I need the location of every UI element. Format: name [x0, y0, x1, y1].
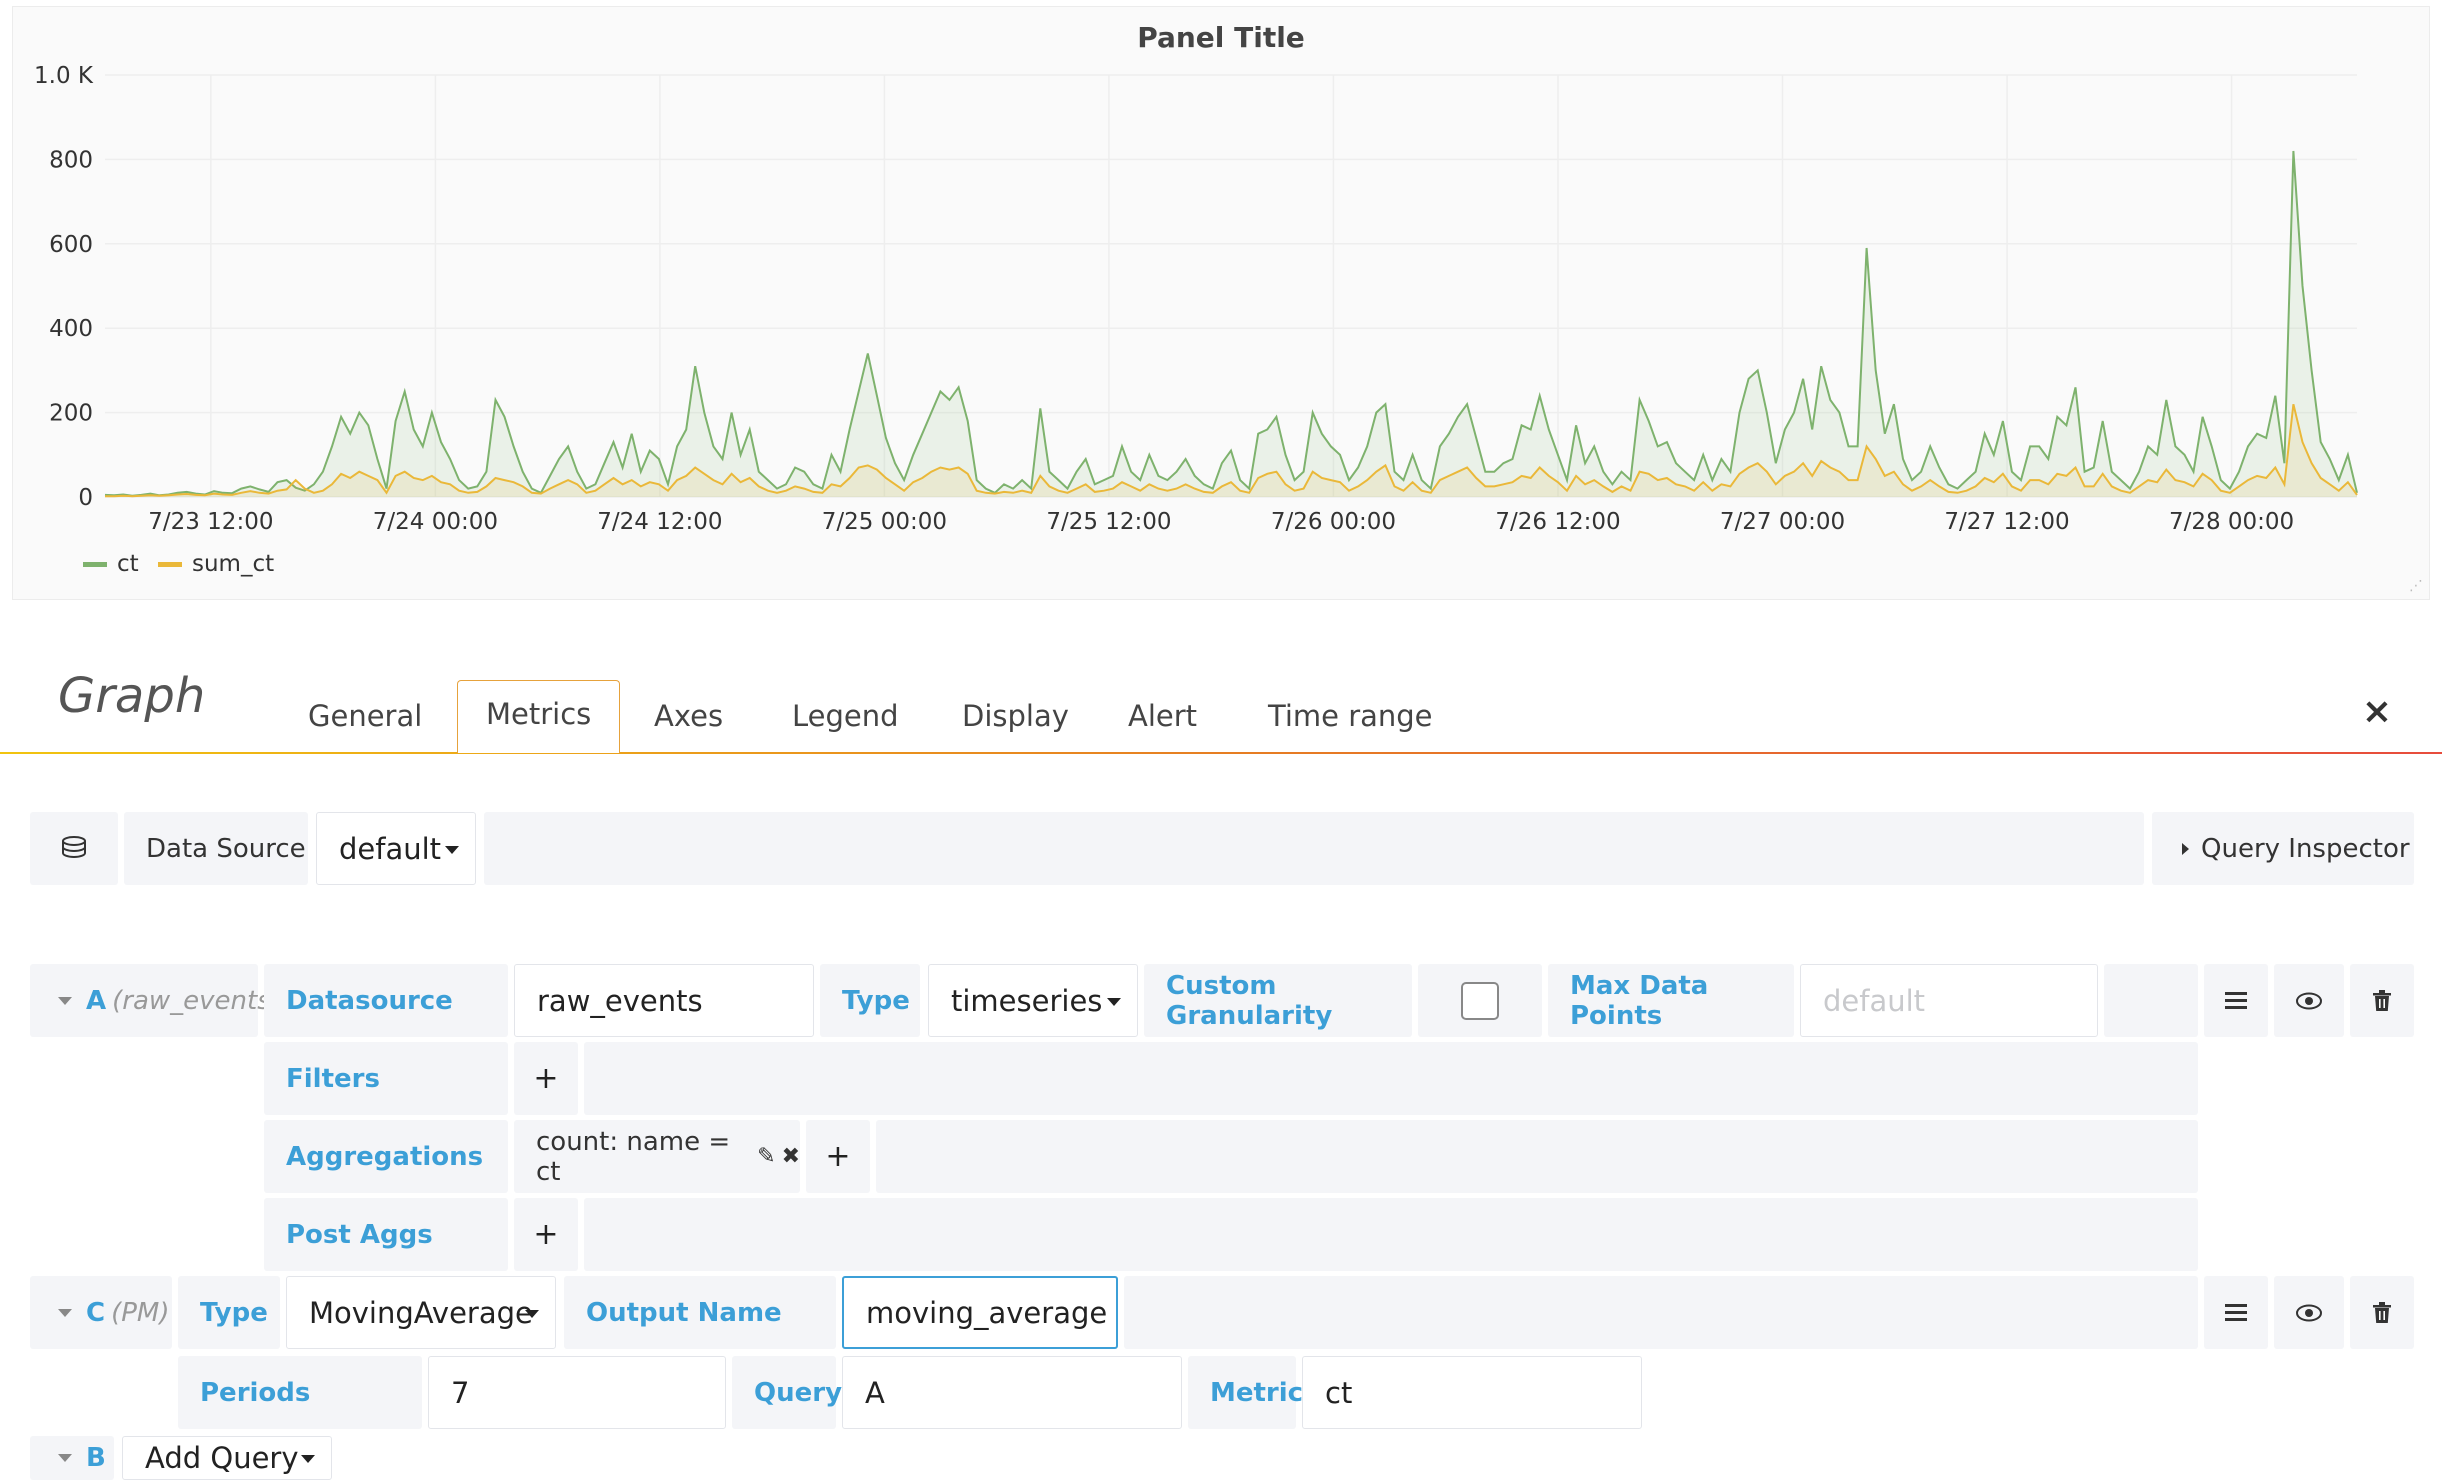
collapse-caret-icon[interactable]	[58, 996, 72, 1005]
editor-title: Graph	[58, 668, 206, 724]
query-input[interactable]: A	[842, 1356, 1182, 1429]
c-type-select[interactable]: MovingAverage	[286, 1276, 556, 1349]
aggregations-label: Aggregations	[264, 1120, 508, 1193]
x-tick-label: 7/27 00:00	[1720, 509, 1845, 535]
x-tick-label: 7/25 00:00	[822, 509, 947, 535]
datasource-bar-filler	[484, 812, 2144, 885]
periods-label: Periods	[178, 1356, 422, 1429]
query-a-header[interactable]: A (raw_events)	[30, 964, 281, 1037]
metric-input[interactable]: ct	[1302, 1356, 1642, 1429]
legend-label-sum-ct: sum_ct	[192, 551, 275, 577]
tab-metrics[interactable]: Metrics	[457, 680, 621, 753]
tab-axes[interactable]: Axes	[626, 683, 751, 755]
x-tick-label: 7/28 00:00	[2169, 509, 2294, 535]
custom-granularity-label: Custom Granularity	[1144, 964, 1412, 1037]
aggregation-text: count: name = ct	[536, 1126, 731, 1187]
query-inspector-label: Query Inspector	[2201, 833, 2410, 864]
resize-handle-icon[interactable]: ⋰	[2405, 577, 2423, 595]
data-source-label: Data Source	[124, 812, 308, 885]
legend-swatch-sum-ct	[158, 561, 182, 567]
x-tick-label: 7/26 00:00	[1271, 509, 1396, 535]
collapse-caret-icon[interactable]	[58, 1454, 72, 1462]
filters-label: Filters	[264, 1042, 508, 1115]
tab-alert[interactable]: Alert	[1100, 683, 1225, 755]
y-tick-label: 200	[49, 401, 93, 427]
add-aggregation-plus-icon[interactable]: +	[806, 1120, 870, 1193]
query-b-ref: B	[86, 1443, 106, 1473]
query-a-filler	[2104, 964, 2198, 1037]
datasource-label: Datasource	[264, 964, 508, 1037]
y-tick-label: 1.0 K	[34, 63, 94, 89]
tab-underline	[0, 752, 2442, 754]
query-c-ref: C	[86, 1297, 106, 1328]
aggregations-filler	[876, 1120, 2198, 1193]
hamburger-menu-icon[interactable]	[2204, 964, 2268, 1037]
query-b-header[interactable]: B	[30, 1436, 114, 1480]
tab-legend[interactable]: Legend	[764, 683, 927, 755]
close-icon[interactable]: ×	[2355, 690, 2399, 734]
legend-swatch-ct	[83, 561, 107, 567]
eye-icon[interactable]	[2274, 964, 2344, 1037]
datasource-input[interactable]: raw_events	[514, 964, 814, 1037]
tab-general[interactable]: General	[280, 683, 450, 755]
post-aggs-label: Post Aggs	[264, 1198, 508, 1271]
x-tick-label: 7/23 12:00	[148, 509, 273, 535]
x-tick-label: 7/24 12:00	[597, 509, 722, 535]
type-label: Type	[820, 964, 920, 1037]
trash-icon[interactable]	[2350, 964, 2414, 1037]
metric-label: Metric	[1188, 1356, 1303, 1429]
query-a-ref-sub: (raw_events)	[112, 985, 281, 1016]
y-tick-label: 0	[78, 485, 93, 511]
x-tick-label: 7/27 12:00	[1944, 509, 2069, 535]
collapse-caret-icon[interactable]	[58, 1308, 72, 1317]
caret-right-icon	[2182, 842, 2189, 855]
query-a-ref: A	[86, 985, 107, 1016]
add-post-agg-plus-icon[interactable]: +	[514, 1198, 578, 1271]
filters-filler	[584, 1042, 2198, 1115]
periods-input[interactable]: 7	[428, 1356, 726, 1429]
pencil-icon[interactable]: ✎	[757, 1144, 775, 1169]
trash-icon[interactable]	[2350, 1276, 2414, 1349]
legend-item-sum-ct[interactable]: sum_ct	[158, 551, 274, 577]
add-query-select[interactable]: Add Query	[122, 1436, 332, 1480]
eye-icon[interactable]	[2274, 1276, 2344, 1349]
aggregation-chip[interactable]: count: name = ct ✎ ✖	[514, 1120, 800, 1193]
type-select[interactable]: timeseries	[928, 964, 1138, 1037]
c-type-value: MovingAverage	[309, 1295, 533, 1330]
y-tick-label: 400	[49, 316, 93, 342]
data-source-value: default	[339, 831, 442, 866]
y-tick-label: 800	[49, 147, 93, 173]
add-query-label: Add Query	[145, 1441, 299, 1475]
y-tick-label: 600	[49, 232, 93, 258]
tab-time-range[interactable]: Time range	[1240, 683, 1461, 755]
x-tick-label: 7/24 00:00	[373, 509, 498, 535]
max-data-points-input[interactable]: default	[1800, 964, 2098, 1037]
output-name-input[interactable]: moving_average	[842, 1276, 1118, 1349]
query-c-ref-sub: (PM)	[111, 1297, 170, 1328]
x-tick-label: 7/26 12:00	[1495, 509, 1620, 535]
custom-granularity-checkbox[interactable]	[1461, 981, 1499, 1020]
x-tick-label: 7/25 12:00	[1046, 509, 1171, 535]
c-type-label: Type	[178, 1276, 280, 1349]
legend-label-ct: ct	[117, 551, 139, 577]
data-source-select[interactable]: default	[316, 812, 476, 885]
query-label: Query	[732, 1356, 842, 1429]
database-icon	[30, 812, 118, 885]
remove-x-icon[interactable]: ✖	[782, 1144, 800, 1169]
post-aggs-filler	[584, 1198, 2198, 1271]
type-value: timeseries	[951, 983, 1103, 1018]
legend-item-ct[interactable]: ct	[83, 551, 139, 577]
series-line-ct	[104, 150, 2358, 497]
query-inspector-button[interactable]: Query Inspector	[2152, 812, 2414, 885]
max-data-points-label: Max Data Points	[1548, 964, 1794, 1037]
hamburger-menu-icon[interactable]	[2204, 1276, 2268, 1349]
output-name-label: Output Name	[564, 1276, 836, 1349]
graph-panel: Panel Title 1.0 K 800 600 400 200 0 7/23 12:00…	[12, 6, 2430, 600]
add-filter-plus-icon[interactable]: +	[514, 1042, 578, 1115]
tab-display[interactable]: Display	[934, 683, 1097, 755]
custom-granularity-cell	[1418, 964, 1542, 1037]
chart-plot: 1.0 K 800 600 400 200 0 7/23 12:00 7/24 00:00 7/…	[34, 63, 2358, 535]
query-c-filler	[1124, 1276, 2198, 1349]
query-c-header[interactable]: C (PM)	[30, 1276, 172, 1349]
